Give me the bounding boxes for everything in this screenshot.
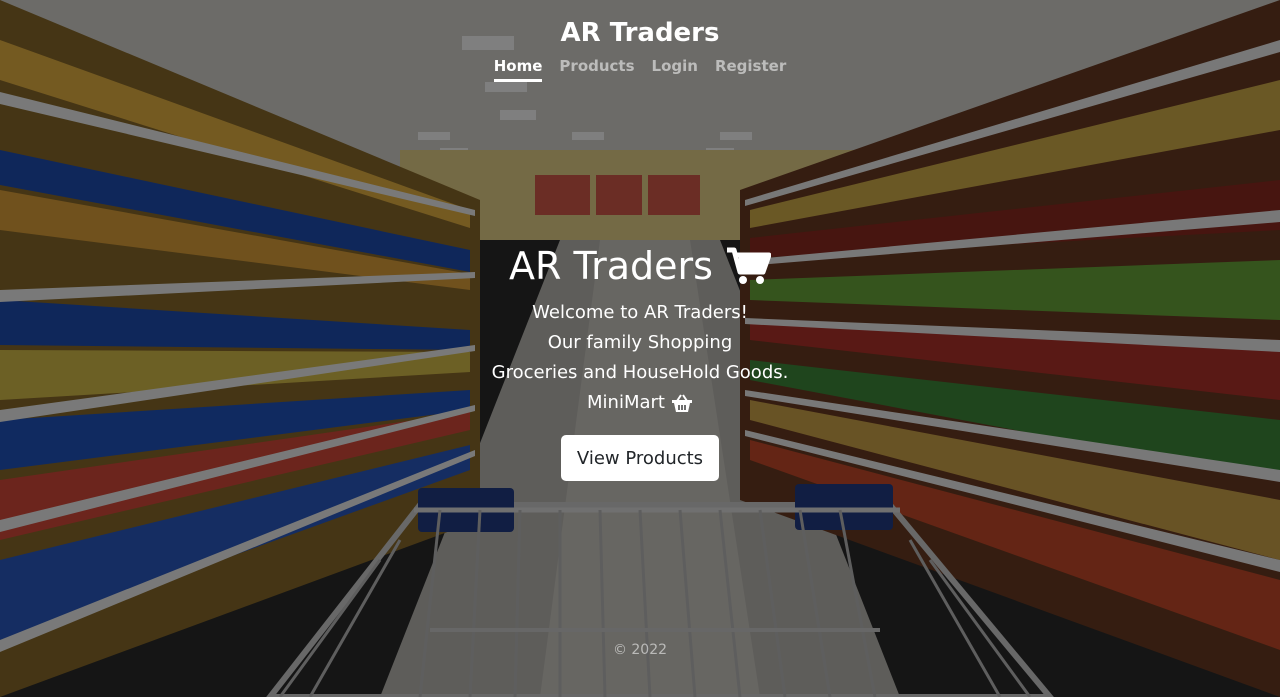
hero-title-text: AR Traders: [509, 244, 713, 288]
main-nav: Home Products Login Register: [0, 57, 1280, 82]
hero-welcome-text: Welcome to AR Traders!: [532, 302, 748, 323]
nav-home-link[interactable]: Home: [493, 57, 543, 82]
hero-goods-text: Groceries and HouseHold Goods.: [491, 362, 789, 383]
page: AR Traders Home Products Login Register …: [0, 0, 1280, 697]
hero-tagline: MiniMart: [0, 392, 1280, 413]
shopping-cart-icon: [726, 247, 771, 284]
site-brand[interactable]: AR Traders: [0, 18, 1280, 48]
hero-tagline-text: MiniMart: [587, 392, 665, 413]
footer-copyright: © 2022: [612, 642, 668, 658]
hero-family-text: Our family Shopping: [547, 332, 733, 353]
nav-products-link[interactable]: Products: [559, 57, 634, 82]
shopping-basket-icon: [671, 393, 692, 412]
nav-login-link[interactable]: Login: [652, 57, 698, 82]
nav-register-link[interactable]: Register: [715, 57, 786, 82]
hero-heading: AR Traders: [0, 244, 1280, 288]
view-products-button[interactable]: View Products: [561, 435, 719, 481]
